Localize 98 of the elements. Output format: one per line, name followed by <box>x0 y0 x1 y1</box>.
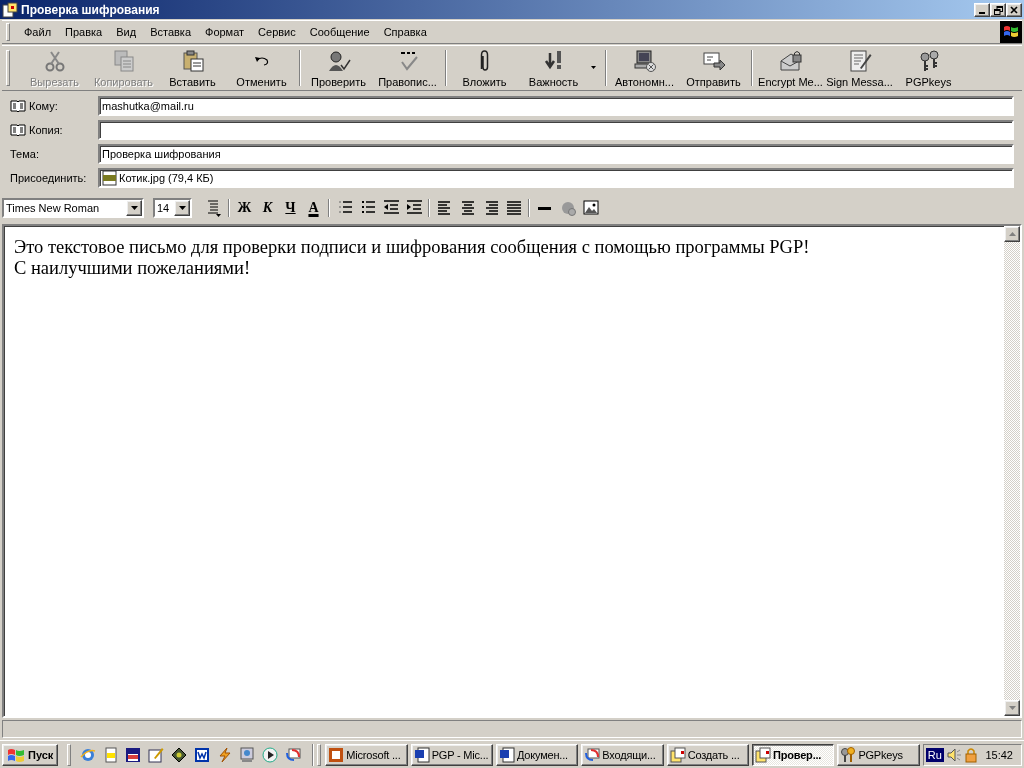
menu-item[interactable]: Справка <box>377 24 433 40</box>
menu-item[interactable]: Формат <box>199 24 251 40</box>
lightning-icon <box>216 746 233 763</box>
keys-icon <box>840 746 857 763</box>
toolbar-button[interactable]: PGPkeys <box>894 46 963 90</box>
restore-button[interactable] <box>990 3 1006 17</box>
text-style-button[interactable]: К <box>256 197 279 219</box>
padlock-icon <box>963 746 978 763</box>
diamond-icon <box>170 746 187 763</box>
clock: 15:42 <box>985 748 1014 761</box>
address-book-button[interactable]: Копия: <box>10 124 63 136</box>
language-indicator[interactable]: Ru <box>925 747 944 762</box>
increase-indent-icon <box>405 199 422 217</box>
toolbar-button[interactable]: Правопис... <box>373 46 442 90</box>
menu-item[interactable]: Сообщение <box>303 24 376 40</box>
windows-flag-icon <box>7 747 25 762</box>
taskbar-button[interactable]: Создать ... <box>666 743 750 766</box>
close-icon <box>1010 6 1018 14</box>
document-letter-icon <box>193 746 210 763</box>
message-window-icon <box>2 2 18 18</box>
text-style-button[interactable]: Ч <box>279 197 302 219</box>
taskbar-button[interactable]: Microsoft ... <box>325 743 408 766</box>
caret-icon <box>130 206 138 210</box>
document-icon <box>499 746 515 763</box>
toolbar-button[interactable]: Отправить <box>679 46 748 90</box>
taskbar-button[interactable]: PGPkeys <box>837 743 920 766</box>
copy-icon <box>111 48 136 73</box>
justify-icon <box>505 199 522 217</box>
line-spacing-icon <box>205 199 222 217</box>
paperclip-icon <box>480 50 489 71</box>
minimize-button[interactable] <box>974 3 990 17</box>
window-title: Проверка шифрования <box>21 3 161 17</box>
volume-button[interactable] <box>945 746 962 763</box>
envelope-lock-icon <box>778 48 803 73</box>
toolbar-button[interactable]: Вложить <box>450 46 519 90</box>
windows-logo-icon <box>1000 21 1022 43</box>
menu-item[interactable]: Вставка <box>144 24 197 40</box>
toolbar-button[interactable]: Проверить <box>304 46 373 90</box>
taskbar-button[interactable]: Докумен... <box>496 743 579 766</box>
image-file-icon <box>102 170 118 186</box>
align-left-icon <box>436 199 453 217</box>
play-icon <box>262 746 279 763</box>
toolbar-button[interactable]: Sign Messa... <box>825 46 894 90</box>
close-button[interactable] <box>1006 3 1022 17</box>
sync-icon <box>584 746 601 763</box>
taskbar-button[interactable]: Провер... <box>752 743 835 766</box>
speaker-icon <box>945 746 962 763</box>
start-button[interactable]: Пуск <box>2 743 59 766</box>
pencil-note-icon <box>148 746 165 763</box>
toolbar-button[interactable]: Важность <box>519 46 588 90</box>
taskbar-button[interactable]: PGP - Mic... <box>410 743 493 766</box>
down-arrow-icon <box>1008 706 1016 710</box>
undo-icon <box>253 55 270 66</box>
toolbar-button[interactable]: Автономн... <box>610 46 679 90</box>
restore-icon <box>993 5 1003 15</box>
address-field[interactable]: mashutka@mail.ru <box>98 96 1014 116</box>
caret-icon <box>178 206 186 210</box>
open-book-icon <box>10 100 26 112</box>
message-icon <box>755 746 772 763</box>
attachment-item[interactable]: Котик.jpg (79,4 КБ) <box>102 170 214 186</box>
toolbar-button[interactable]: Отменить <box>227 46 296 90</box>
taskbar-button[interactable]: Входящи... <box>581 743 664 766</box>
offline-computer-icon <box>632 48 657 73</box>
subject-field[interactable]: Проверка шифрования <box>98 144 1014 164</box>
toolbar-button[interactable]: Encrypt Me... <box>756 46 825 90</box>
menu-item[interactable]: Вид <box>110 24 143 40</box>
field-label: Тема: <box>10 148 39 160</box>
message-text-line: Это текстовое письмо для проверки подписи и шифрования сообщения с помощью программы PGP! <box>14 237 810 258</box>
up-arrow-icon <box>1008 232 1016 236</box>
browser-icon <box>79 746 96 763</box>
address-field[interactable] <box>98 120 1014 140</box>
open-book-icon <box>10 124 26 136</box>
document-icon <box>413 746 430 763</box>
picture-icon <box>582 199 599 217</box>
menu-item[interactable]: Сервис <box>252 24 302 40</box>
attachment-field[interactable]: Котик.jpg (79,4 КБ) <box>98 168 1014 188</box>
menu-item[interactable]: Файл <box>18 24 58 40</box>
caret-icon <box>591 66 596 69</box>
monitor-icon <box>239 746 256 763</box>
text-style-button[interactable]: А <box>302 197 325 219</box>
field-label: Присоединить: <box>10 172 87 184</box>
toolbar-button[interactable]: Вставить <box>158 46 227 90</box>
size-select[interactable]: 14 <box>153 198 192 218</box>
notepad-icon <box>102 746 119 763</box>
vertical-scrollbar[interactable] <box>1004 226 1020 716</box>
message-text-line: С наилучшими пожеланиями! <box>14 258 251 279</box>
document-pen-icon <box>847 48 872 73</box>
clipboard-icon <box>180 48 205 73</box>
decrease-indent-icon <box>382 199 399 217</box>
message-icon <box>669 746 686 763</box>
font-select[interactable]: Times New Roman <box>2 198 144 218</box>
align-center-icon <box>459 199 476 217</box>
person-check-icon <box>326 48 351 73</box>
sync-icon <box>284 746 301 763</box>
menu-item[interactable]: Правка <box>59 24 109 40</box>
address-book-button[interactable]: Кому: <box>10 100 58 112</box>
presentation-icon <box>328 746 345 763</box>
text-style-button[interactable]: Ж <box>233 197 256 219</box>
